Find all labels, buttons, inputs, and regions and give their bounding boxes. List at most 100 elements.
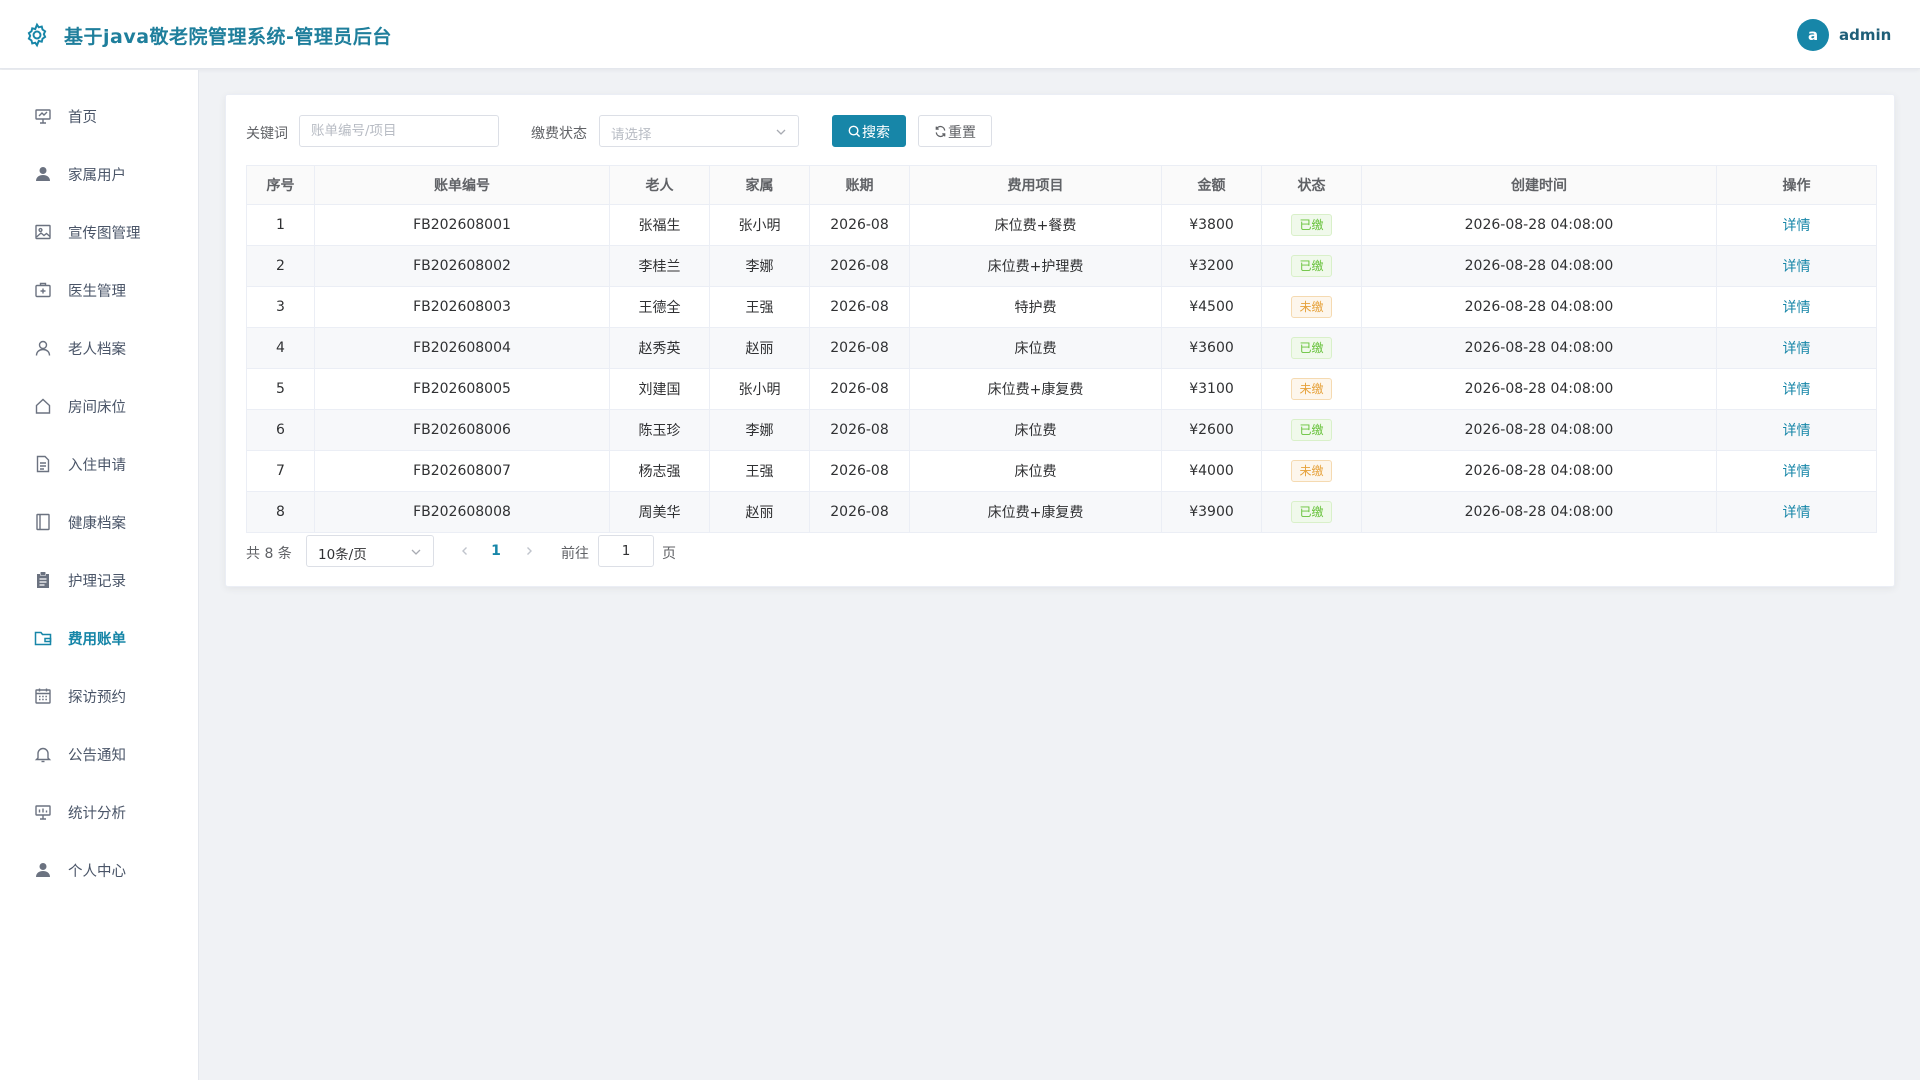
sidebar-item-label: 首页 [68,110,97,126]
sidebar-item-banners[interactable]: 宣传图管理 [0,203,198,261]
sidebar-item-doctors[interactable]: 医生管理 [0,261,198,319]
sidebar-item-family-users[interactable]: 家属用户 [0,145,198,203]
prev-page-icon[interactable] [458,544,472,558]
cell-item: 床位费 [909,409,1162,451]
cell-elder: 王德全 [609,286,710,328]
status-badge: 已缴 [1291,337,1332,359]
cell-item: 特护费 [909,286,1162,328]
table-row: 6 FB202608006 陈玉珍 李娜 2026-08 床位费 ¥2600 已缴 2026-0… [246,409,1877,451]
search-button[interactable]: 搜索 [832,115,906,147]
column-header-family: 家属 [709,165,810,205]
cell-elder: 陈玉珍 [609,409,710,451]
cell-item: 床位费+护理费 [909,245,1162,287]
data-board-icon [35,805,51,820]
notebook-icon [36,513,50,531]
reset-button-label: 重置 [948,125,976,141]
sidebar-item-elder-records[interactable]: 老人档案 [0,319,198,377]
sidebar-item-billing[interactable]: 费用账单 [0,609,198,667]
user-outline-icon [35,340,51,356]
detail-link[interactable]: 详情 [1783,218,1811,234]
reset-button[interactable]: 重置 [918,115,992,147]
page-size-select[interactable]: 10条/页 [306,535,434,567]
cell-amount: ¥4500 [1161,286,1262,328]
cell-period: 2026-08 [809,491,910,533]
user-filled-icon [36,863,50,877]
sidebar-item-label: 个人中心 [68,864,126,880]
bills-table: 序号 账单编号 老人 家属 账期 费用项目 金额 状态 创建时间 操作 1 FB2… [246,165,1877,533]
cell-actions: 详情 [1716,245,1877,287]
status-badge: 已缴 [1291,419,1332,441]
column-header-actions: 操作 [1716,165,1877,205]
cell-bill-no: FB202608002 [314,245,610,287]
cell-item: 床位费+康复费 [909,368,1162,410]
cell-amount: ¥3100 [1161,368,1262,410]
cell-period: 2026-08 [809,368,910,410]
sidebar-item-nursing[interactable]: 护理记录 [0,551,198,609]
status-badge: 未缴 [1291,378,1332,400]
sidebar-item-label: 探访预约 [68,690,126,706]
cell-period: 2026-08 [809,409,910,451]
picture-icon [35,224,51,240]
cell-index: 1 [246,204,315,246]
cell-amount: ¥3800 [1161,204,1262,246]
sidebar-item-rooms-beds[interactable]: 房间床位 [0,377,198,435]
cell-status: 已缴 [1261,245,1362,287]
detail-link[interactable]: 详情 [1783,259,1811,275]
goto-page-input[interactable] [598,535,654,567]
sidebar-item-home[interactable]: 首页 [0,87,198,145]
sidebar-item-label: 费用账单 [68,632,126,648]
sidebar-item-admission[interactable]: 入住申请 [0,435,198,493]
detail-link[interactable]: 详情 [1783,382,1811,398]
detail-link[interactable]: 详情 [1783,300,1811,316]
sidebar-item-statistics[interactable]: 统计分析 [0,783,198,841]
user-filled-icon [36,167,50,181]
billing-card: 关键词 缴费状态 请选择 搜索 重置 序号 账单编号 [225,94,1895,587]
cell-amount: ¥3600 [1161,327,1262,369]
avatar[interactable]: a [1797,19,1829,51]
cell-actions: 详情 [1716,491,1877,533]
sidebar-item-health-records[interactable]: 健康档案 [0,493,198,551]
cell-elder: 张福生 [609,204,710,246]
cell-created: 2026-08-28 04:08:00 [1361,245,1717,287]
detail-link[interactable]: 详情 [1783,341,1811,357]
sidebar-item-profile[interactable]: 个人中心 [0,841,198,899]
status-label: 缴费状态 [531,126,587,142]
cell-created: 2026-08-28 04:08:00 [1361,450,1717,492]
detail-link[interactable]: 详情 [1783,505,1811,521]
page-number-current[interactable]: 1 [488,543,504,559]
sidebar-item-label: 公告通知 [68,748,126,764]
search-button-label: 搜索 [862,125,890,141]
keyword-input[interactable] [299,115,499,147]
cell-status: 未缴 [1261,286,1362,328]
cell-index: 4 [246,327,315,369]
cell-period: 2026-08 [809,327,910,369]
username[interactable]: admin [1839,26,1891,44]
cell-actions: 详情 [1716,368,1877,410]
sidebar-item-label: 房间床位 [68,400,126,416]
cell-period: 2026-08 [809,450,910,492]
sidebar-item-visits[interactable]: 探访预约 [0,667,198,725]
status-select-placeholder: 请选择 [611,127,652,143]
cell-family: 王强 [709,286,810,328]
detail-link[interactable]: 详情 [1783,464,1811,480]
status-badge: 已缴 [1291,214,1332,236]
cell-item: 床位费 [909,327,1162,369]
cell-created: 2026-08-28 04:08:00 [1361,327,1717,369]
cell-created: 2026-08-28 04:08:00 [1361,286,1717,328]
gear-icon [27,22,47,48]
cell-bill-no: FB202608007 [314,450,610,492]
status-select[interactable]: 请选择 [599,115,799,147]
detail-link[interactable]: 详情 [1783,423,1811,439]
app-title: 基于java敬老院管理系统-管理员后台 [64,26,392,48]
cell-index: 6 [246,409,315,451]
column-header-elder: 老人 [609,165,710,205]
next-page-icon[interactable] [522,544,536,558]
first-aid-kit-icon [35,282,51,298]
chevron-down-icon [411,549,421,555]
sidebar-item-notices[interactable]: 公告通知 [0,725,198,783]
cell-index: 3 [246,286,315,328]
top-header: 基于java敬老院管理系统-管理员后台 a admin [0,0,1920,69]
house-icon [35,398,51,414]
cell-actions: 详情 [1716,204,1877,246]
sidebar-item-label: 家属用户 [68,168,126,184]
